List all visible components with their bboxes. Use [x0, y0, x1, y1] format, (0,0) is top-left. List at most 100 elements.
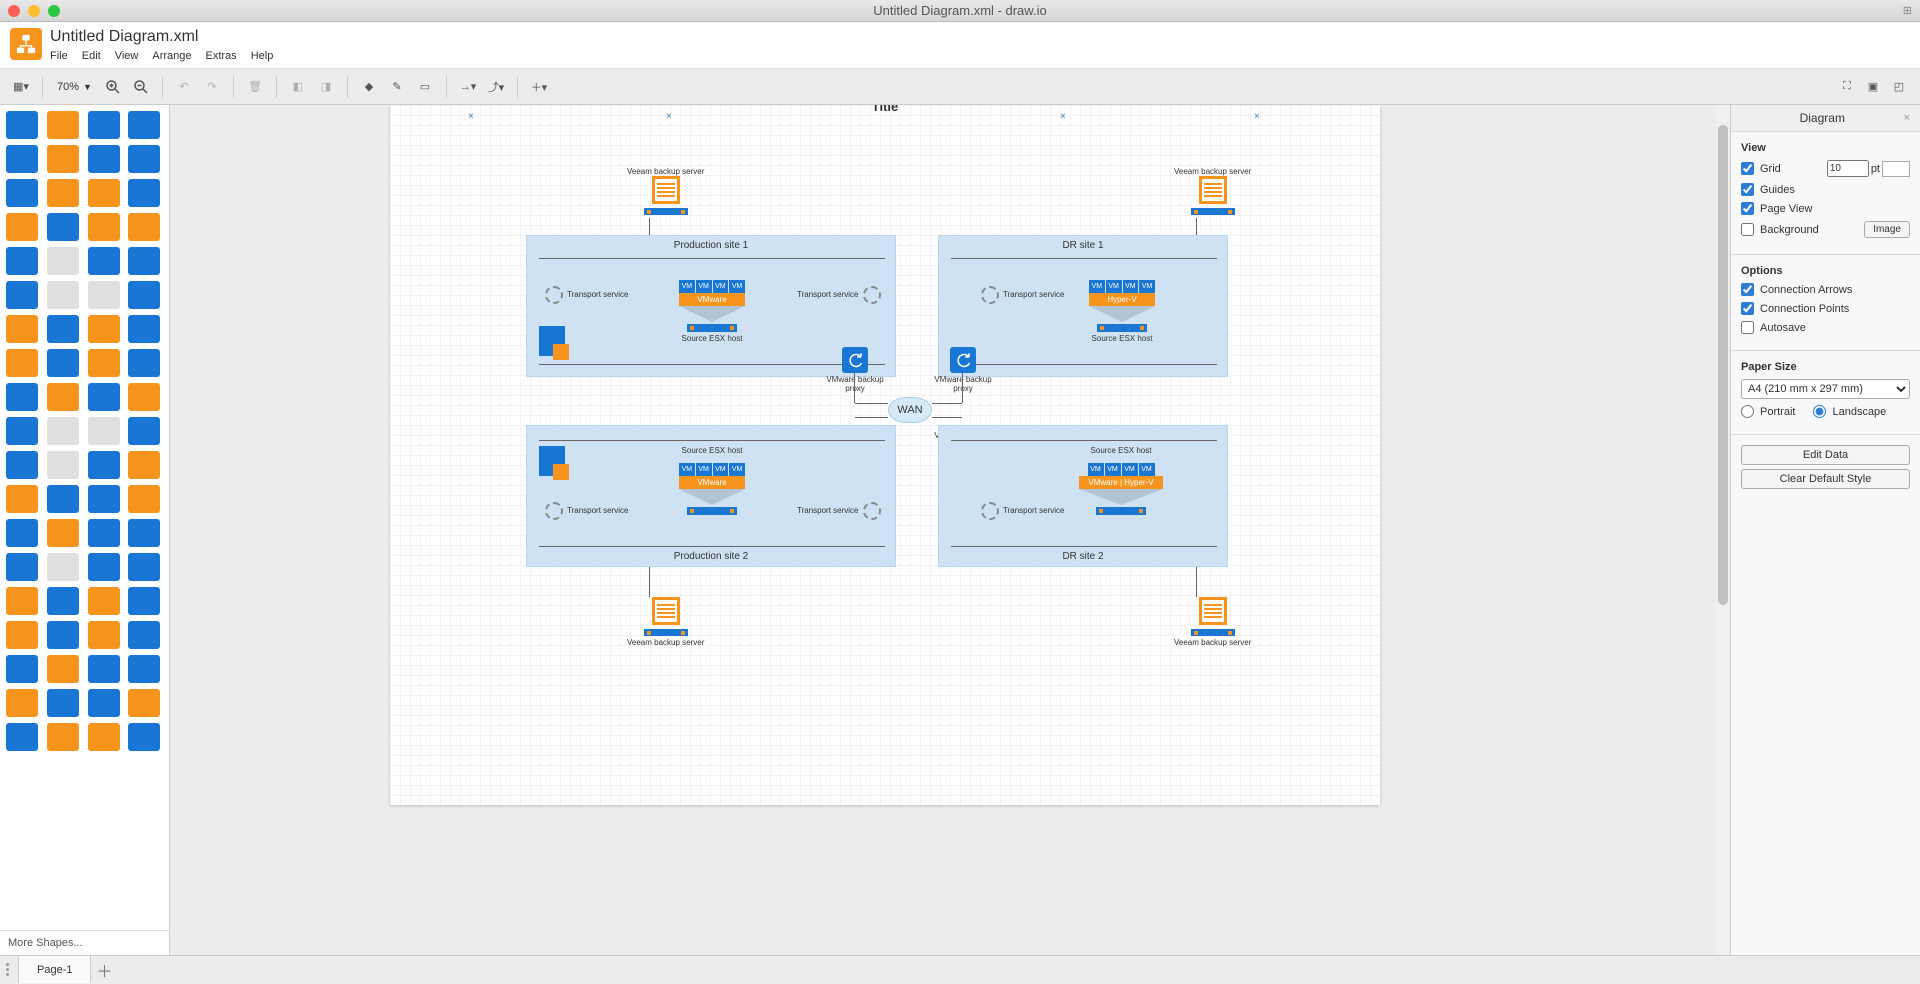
shape-item[interactable]: [47, 111, 79, 139]
shape-item[interactable]: [88, 247, 120, 275]
backup-proxy[interactable]: [842, 347, 868, 373]
menu-file[interactable]: File: [50, 50, 68, 62]
outline-button[interactable]: ◰: [1886, 74, 1912, 100]
shape-item[interactable]: [47, 689, 79, 717]
shape-item[interactable]: [6, 723, 38, 751]
pages-handle-icon[interactable]: [0, 963, 14, 976]
close-panel-button[interactable]: ×: [1904, 112, 1910, 124]
shape-item[interactable]: [128, 145, 160, 173]
shape-item[interactable]: [6, 485, 38, 513]
shape-item[interactable]: [88, 621, 120, 649]
shape-item[interactable]: [128, 655, 160, 683]
shape-item[interactable]: [6, 315, 38, 343]
to-front-button[interactable]: ◧: [285, 74, 311, 100]
shape-item[interactable]: [128, 417, 160, 445]
shadow-button[interactable]: ▭: [412, 74, 438, 100]
shape-item[interactable]: [47, 621, 79, 649]
transport-service[interactable]: Transport service: [981, 502, 1065, 520]
pageview-checkbox[interactable]: [1741, 202, 1754, 215]
shape-item[interactable]: [128, 553, 160, 581]
add-page-button[interactable]: ＋: [91, 956, 117, 983]
shape-item[interactable]: [6, 383, 38, 411]
shape-item[interactable]: [88, 349, 120, 377]
transport-service[interactable]: Transport service: [981, 286, 1065, 304]
connection-button[interactable]: →▾: [455, 74, 481, 100]
shape-item[interactable]: [47, 417, 79, 445]
shape-item[interactable]: [6, 247, 38, 275]
autosave-checkbox[interactable]: [1741, 321, 1754, 334]
to-back-button[interactable]: ◨: [313, 74, 339, 100]
conn-points-checkbox[interactable]: [1741, 302, 1754, 315]
shape-item[interactable]: [88, 281, 120, 309]
site-prod2[interactable]: Production site 2 Transport service Tran…: [526, 425, 896, 567]
grid-size-input[interactable]: [1827, 160, 1869, 177]
datastore-icon[interactable]: [539, 326, 565, 356]
conn-arrows-checkbox[interactable]: [1741, 283, 1754, 296]
shape-item[interactable]: [128, 485, 160, 513]
veeam-server-prod1[interactable]: Veeam backup server: [627, 165, 704, 215]
shape-item[interactable]: [88, 723, 120, 751]
shape-item[interactable]: [6, 451, 38, 479]
menu-view[interactable]: View: [115, 50, 139, 62]
site-dr2[interactable]: DR site 2 Transport service Source ESX h…: [938, 425, 1228, 567]
canvas-scrollbar[interactable]: [1716, 105, 1730, 955]
shape-item[interactable]: [128, 621, 160, 649]
shape-item[interactable]: [6, 587, 38, 615]
zoom-out-button[interactable]: [128, 74, 154, 100]
shape-item[interactable]: [128, 281, 160, 309]
shape-item[interactable]: [47, 723, 79, 751]
grid-color-swatch[interactable]: [1882, 161, 1910, 177]
shape-item[interactable]: [128, 247, 160, 275]
background-checkbox[interactable]: [1741, 223, 1754, 236]
fill-color-button[interactable]: ◆: [356, 74, 382, 100]
site-dr1[interactable]: DR site 1 Transport service VMVMVMVM Hyp…: [938, 235, 1228, 377]
shape-item[interactable]: [6, 179, 38, 207]
shape-item[interactable]: [47, 655, 79, 683]
zoom-in-button[interactable]: [100, 74, 126, 100]
backup-proxy[interactable]: [950, 347, 976, 373]
shape-item[interactable]: [47, 247, 79, 275]
undo-button[interactable]: ↶: [171, 74, 197, 100]
shape-item[interactable]: [47, 281, 79, 309]
shape-item[interactable]: [88, 111, 120, 139]
menu-arrange[interactable]: Arrange: [152, 50, 191, 62]
shape-item[interactable]: [6, 145, 38, 173]
insert-button[interactable]: ＋▾: [526, 74, 552, 100]
shape-item[interactable]: [88, 485, 120, 513]
shape-item[interactable]: [88, 519, 120, 547]
shape-item[interactable]: [88, 587, 120, 615]
shape-item[interactable]: [6, 281, 38, 309]
shape-item[interactable]: [128, 179, 160, 207]
shape-item[interactable]: [6, 349, 38, 377]
shape-item[interactable]: [47, 179, 79, 207]
shape-item[interactable]: [47, 451, 79, 479]
shape-item[interactable]: [6, 519, 38, 547]
shape-item[interactable]: [88, 417, 120, 445]
shape-item[interactable]: [6, 655, 38, 683]
shape-item[interactable]: [88, 689, 120, 717]
shape-item[interactable]: [47, 213, 79, 241]
drawing-page[interactable]: Title Veeam backup server Veeam backup s…: [390, 105, 1380, 805]
shape-item[interactable]: [128, 383, 160, 411]
format-panel-button[interactable]: ▣: [1860, 74, 1886, 100]
waypoint-button[interactable]: ⤴▾: [483, 74, 509, 100]
page-tab[interactable]: Page-1: [18, 956, 91, 983]
shape-item[interactable]: [128, 587, 160, 615]
shape-item[interactable]: [47, 315, 79, 343]
shape-item[interactable]: [128, 349, 160, 377]
clear-style-button[interactable]: Clear Default Style: [1741, 469, 1910, 489]
document-title[interactable]: Untitled Diagram.xml: [50, 28, 1910, 46]
shape-item[interactable]: [88, 451, 120, 479]
shape-item[interactable]: [6, 213, 38, 241]
more-shapes-button[interactable]: More Shapes...: [0, 930, 169, 955]
datastore-icon[interactable]: [539, 446, 565, 476]
shape-item[interactable]: [47, 145, 79, 173]
shape-item[interactable]: [128, 723, 160, 751]
transport-service[interactable]: Transport service: [545, 502, 629, 520]
shape-item[interactable]: [6, 553, 38, 581]
menu-help[interactable]: Help: [251, 50, 274, 62]
shape-item[interactable]: [47, 485, 79, 513]
shape-item[interactable]: [47, 349, 79, 377]
edit-data-button[interactable]: Edit Data: [1741, 445, 1910, 465]
shape-item[interactable]: [128, 213, 160, 241]
